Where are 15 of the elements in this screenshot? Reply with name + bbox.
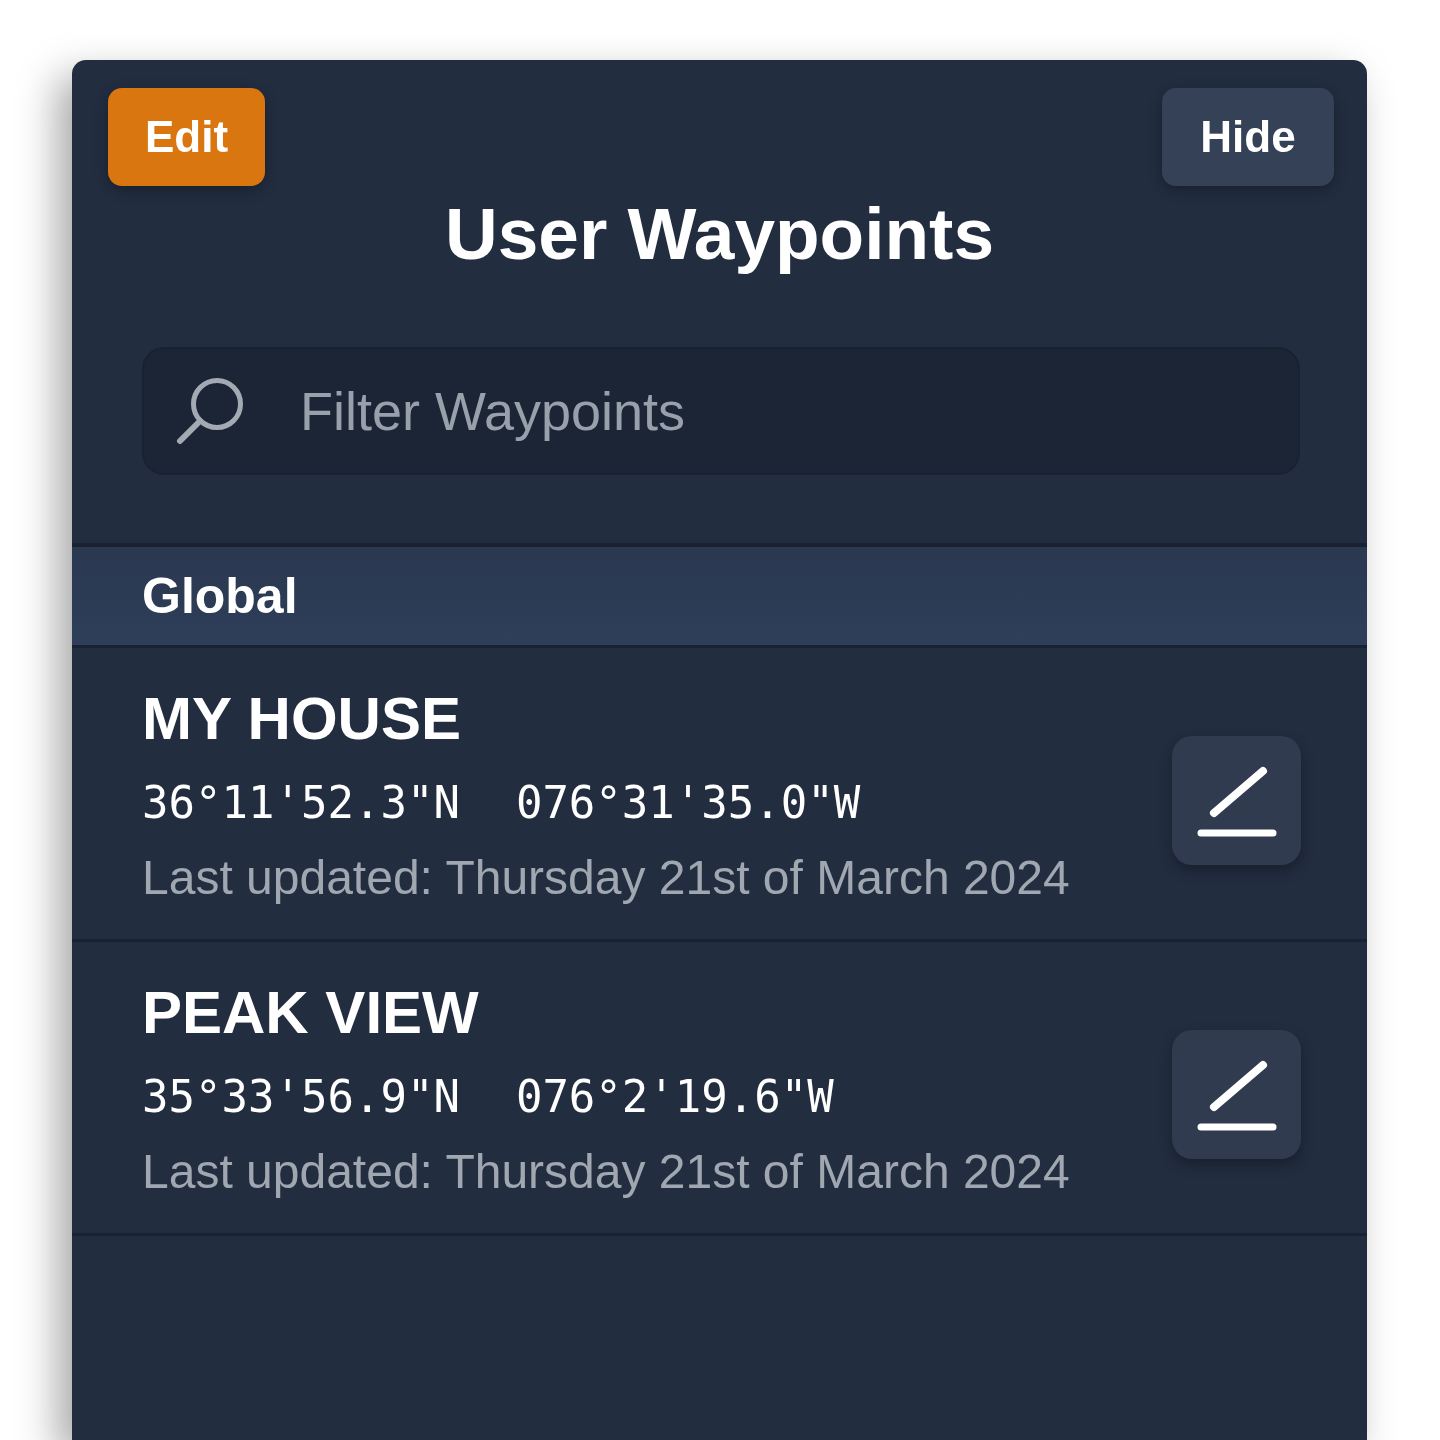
longitude: 076°2'19.6"W <box>515 1070 834 1124</box>
edit-waypoint-button[interactable] <box>1172 735 1301 865</box>
search-icon <box>176 377 244 445</box>
edit-waypoint-button[interactable] <box>1172 1029 1301 1159</box>
waypoint-name: MY HOUSE <box>142 684 461 754</box>
panel-title: User Waypoints <box>444 194 995 274</box>
last-updated-text: Last updated: Thursday 21st of March 2024 <box>142 1144 1070 1200</box>
last-updated-text: Last updated: Thursday 21st of March 2024 <box>142 850 1070 906</box>
section-header: Global <box>72 547 1367 648</box>
search-field[interactable]: Filter Waypoints <box>142 347 1300 475</box>
hide-button[interactable]: Hide <box>1162 88 1334 186</box>
longitude: 076°31'35.0"W <box>515 776 861 830</box>
latitude: 36°11'52.3"N <box>142 776 460 830</box>
waypoint-name: PEAK VIEW <box>142 978 479 1048</box>
latitude: 35°33'56.9"N <box>142 1070 460 1124</box>
